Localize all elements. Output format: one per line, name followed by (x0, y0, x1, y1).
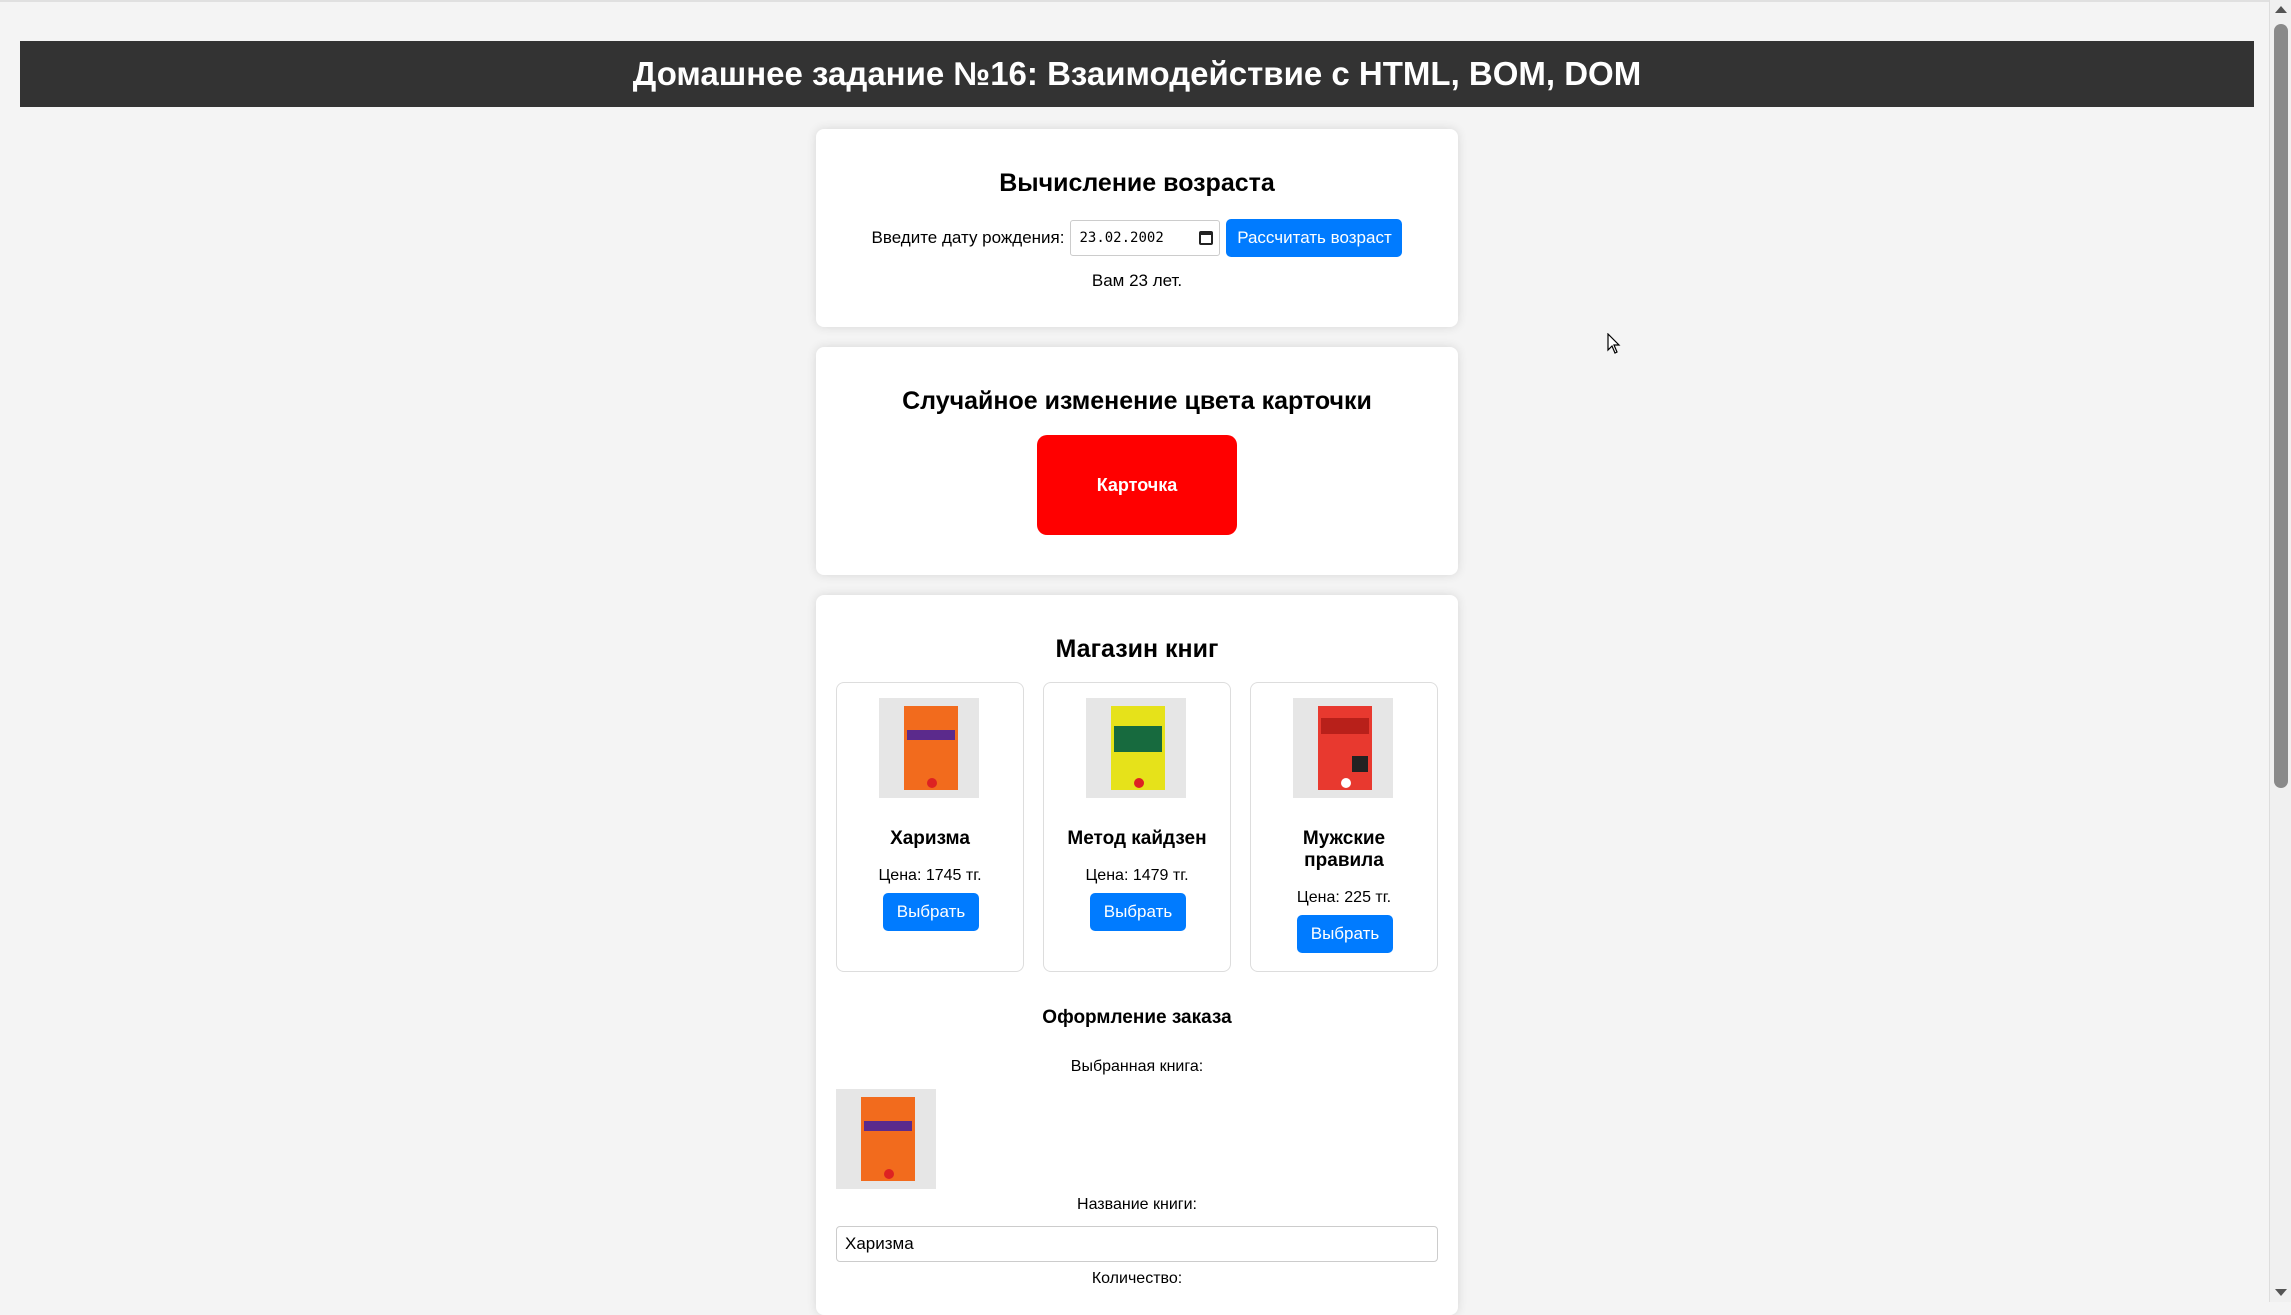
book-card: Харизма Цена: 1745 тг. Выбрать (836, 682, 1024, 972)
order-title: Оформление заказа (1042, 1007, 1232, 1028)
book-price: Цена: 1745 тг. (878, 867, 982, 884)
book-cover-image (1293, 698, 1393, 798)
age-result: Вам 23 лет. (1091, 271, 1183, 290)
book-card: Мужские правила Цена: 225 тг. Выбрать (1250, 682, 1438, 972)
calculate-age-button[interactable]: Рассчитать возраст (1226, 219, 1403, 257)
book-cover-image (879, 698, 979, 798)
page-title: Домашнее задание №16: Взаимодействие с H… (632, 55, 1642, 92)
book-price: Цена: 225 тг. (1296, 889, 1392, 906)
color-card-section: Случайное изменение цвета карточки Карто… (816, 347, 1458, 575)
scroll-down-arrow-icon[interactable] (2275, 1289, 2287, 1296)
birthdate-value: 23.02.2002 (1079, 230, 1164, 246)
book-cover-image (1086, 698, 1186, 798)
book-cover-art (904, 706, 958, 790)
scrollbar-thumb[interactable] (2274, 24, 2288, 788)
selected-book-cover-art (861, 1097, 915, 1181)
scroll-up-arrow-icon[interactable] (2275, 6, 2287, 13)
book-shop-section: Магазин книг Харизма Цена: 1745 тг. Выбр… (816, 595, 1458, 1315)
book-name-label: Название книги: (1077, 1196, 1197, 1213)
book-name-input[interactable]: Харизма (836, 1226, 1438, 1262)
selected-book-label: Выбранная книга: (1070, 1058, 1204, 1075)
quantity-label: Количество: (1091, 1270, 1183, 1287)
book-cover-art (1318, 706, 1372, 790)
choose-book-button[interactable]: Выбрать (883, 893, 979, 931)
age-calculator-section: Вычисление возраста Введите дату рождени… (816, 129, 1458, 327)
shop-title: Магазин книг (1055, 635, 1219, 663)
age-section-title: Вычисление возраста (999, 169, 1275, 197)
book-title: Мужские правила (1302, 828, 1386, 871)
book-name-value: Харизма (845, 1234, 914, 1253)
book-title: Харизма (890, 828, 970, 849)
age-form: Введите дату рождения: 23.02.2002 Рассчи… (816, 219, 1458, 257)
page-header: Домашнее задание №16: Взаимодействие с H… (20, 41, 2254, 107)
color-section-title: Случайное изменение цвета карточки (902, 387, 1372, 415)
vertical-scrollbar[interactable] (2269, 0, 2291, 1302)
book-title: Метод кайдзен (1067, 828, 1207, 849)
birthdate-label: Введите дату рождения: (871, 228, 1065, 247)
selected-book-image (836, 1089, 936, 1189)
book-card: Метод кайдзен Цена: 1479 тг. Выбрать (1043, 682, 1231, 972)
color-card[interactable]: Карточка (1037, 435, 1237, 535)
birthdate-input[interactable]: 23.02.2002 (1070, 220, 1221, 256)
book-cover-art (1111, 706, 1165, 790)
calendar-icon[interactable] (1199, 231, 1214, 245)
choose-book-button[interactable]: Выбрать (1090, 893, 1186, 931)
book-price: Цена: 1479 тг. (1085, 867, 1189, 884)
page: Домашнее задание №16: Взаимодействие с H… (0, 0, 2269, 1315)
choose-book-button[interactable]: Выбрать (1297, 915, 1393, 953)
